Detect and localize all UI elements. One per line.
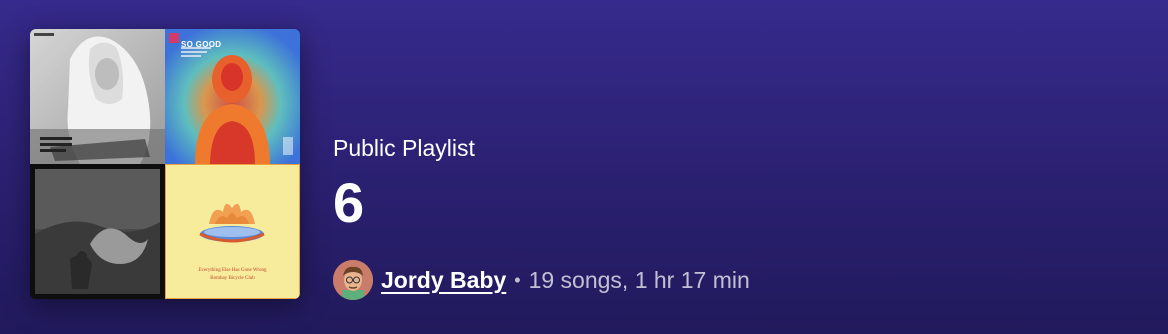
- cover-tile-2-text: SO GOOD: [181, 40, 222, 49]
- playlist-header: SO GOOD Everything Else Has Gone Wrong B…: [0, 0, 1168, 334]
- playlist-stats: 19 songs, 1 hr 17 min: [528, 266, 750, 293]
- avatar-icon: [333, 260, 373, 300]
- cover-tile-4: Everything Else Has Gone Wrong Bombay Bi…: [165, 164, 300, 299]
- playlist-meta: Jordy Baby • 19 songs, 1 hr 17 min: [333, 259, 750, 301]
- cover-tile-3: [30, 164, 165, 299]
- playlist-cover[interactable]: SO GOOD Everything Else Has Gone Wrong B…: [30, 29, 300, 299]
- thermal-figure-icon: [165, 29, 300, 164]
- cover-tile-1: [30, 29, 165, 164]
- meta-separator: •: [514, 269, 521, 290]
- cover-tile-4-artist: Bombay Bicycle Club: [210, 276, 255, 281]
- owner-name-link[interactable]: Jordy Baby: [381, 267, 506, 294]
- playlist-type-label: Public Playlist: [333, 135, 475, 161]
- bw-wave-icon: [30, 164, 165, 299]
- cover-tile-2: SO GOOD: [165, 29, 300, 164]
- playlist-info: Public Playlist 6: [333, 132, 475, 234]
- playlist-title[interactable]: 6: [333, 172, 475, 234]
- cover-tile-4-title: Everything Else Has Gone Wrong: [198, 268, 267, 273]
- owner-avatar[interactable]: [333, 260, 373, 300]
- bw-photo-figure-icon: [30, 29, 165, 164]
